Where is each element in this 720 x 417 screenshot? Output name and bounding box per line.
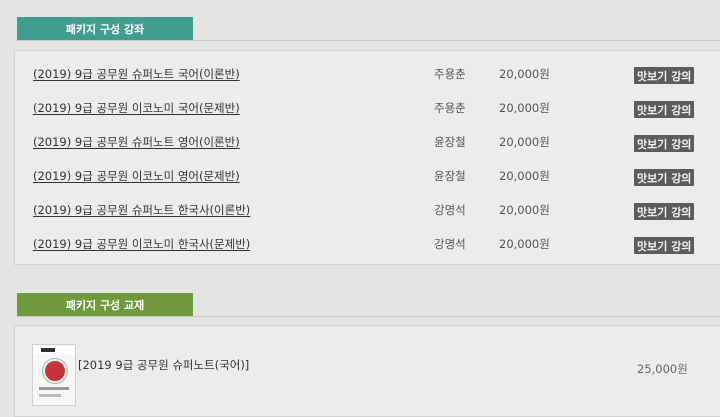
lecture-row: (2019) 9급 공무원 이코노미 한국사(문제반) 강명석 20,000원 … xyxy=(15,227,720,261)
preview-lecture-button[interactable]: 맛보기 강의 xyxy=(634,169,695,186)
lecture-row: (2019) 9급 공무원 이코노미 국어(문제반) 주용춘 20,000원 맛… xyxy=(15,91,720,125)
book-price: 25,000원 xyxy=(637,362,688,376)
lecture-title-link[interactable]: (2019) 9급 공무원 이코노미 영어(문제반) xyxy=(33,168,240,184)
book-title[interactable]: [2019 9급 공무원 슈퍼노트(국어)] xyxy=(78,357,249,373)
lecture-row: (2019) 9급 공무원 이코노미 영어(문제반) 윤장철 20,000원 맛… xyxy=(15,159,720,193)
tab-package-lectures: 패키지 구성 강좌 xyxy=(17,17,193,41)
tab-package-books: 패키지 구성 교재 xyxy=(17,293,193,317)
preview-lecture-button[interactable]: 맛보기 강의 xyxy=(634,203,695,220)
lecture-teacher: 윤장철 xyxy=(434,135,466,149)
lecture-row: (2019) 9급 공무원 슈퍼노트 국어(이론반) 주용춘 20,000원 맛… xyxy=(15,57,720,91)
lecture-teacher: 강명석 xyxy=(434,237,466,251)
lecture-price: 20,000원 xyxy=(499,169,550,183)
lecture-title-link[interactable]: (2019) 9급 공무원 슈퍼노트 영어(이론반) xyxy=(33,134,240,150)
preview-lecture-button[interactable]: 맛보기 강의 xyxy=(634,101,695,118)
lecture-teacher: 윤장철 xyxy=(434,169,466,183)
lecture-price: 20,000원 xyxy=(499,101,550,115)
lecture-price: 20,000원 xyxy=(499,67,550,81)
lecture-teacher: 강명석 xyxy=(434,203,466,217)
section-divider xyxy=(17,316,720,317)
tab-label: 패키지 구성 강좌 xyxy=(65,23,145,36)
lecture-row: (2019) 9급 공무원 슈퍼노트 한국사(이론반) 강명석 20,000원 … xyxy=(15,193,720,227)
lecture-teacher: 주용춘 xyxy=(434,67,466,81)
lecture-row: (2019) 9급 공무원 슈퍼노트 영어(이론반) 윤장철 20,000원 맛… xyxy=(15,125,720,159)
tab-label: 패키지 구성 교재 xyxy=(65,299,145,312)
lecture-teacher: 주용춘 xyxy=(434,101,466,115)
lecture-title-link[interactable]: (2019) 9급 공무원 이코노미 한국사(문제반) xyxy=(33,236,250,252)
lecture-list-panel: (2019) 9급 공무원 슈퍼노트 국어(이론반) 주용춘 20,000원 맛… xyxy=(14,50,720,265)
lecture-price: 20,000원 xyxy=(499,237,550,251)
book-cover-icon[interactable] xyxy=(32,344,76,406)
lecture-price: 20,000원 xyxy=(499,135,550,149)
preview-lecture-button[interactable]: 맛보기 강의 xyxy=(634,67,695,84)
lecture-price: 20,000원 xyxy=(499,203,550,217)
lecture-title-link[interactable]: (2019) 9급 공무원 슈퍼노트 국어(이론반) xyxy=(33,66,240,82)
section-divider xyxy=(17,40,720,41)
book-list-panel: [2019 9급 공무원 슈퍼노트(국어)] 25,000원 xyxy=(14,325,720,417)
lecture-title-link[interactable]: (2019) 9급 공무원 슈퍼노트 한국사(이론반) xyxy=(33,202,250,218)
lecture-title-link[interactable]: (2019) 9급 공무원 이코노미 국어(문제반) xyxy=(33,100,240,116)
preview-lecture-button[interactable]: 맛보기 강의 xyxy=(634,135,695,152)
preview-lecture-button[interactable]: 맛보기 강의 xyxy=(634,237,695,254)
